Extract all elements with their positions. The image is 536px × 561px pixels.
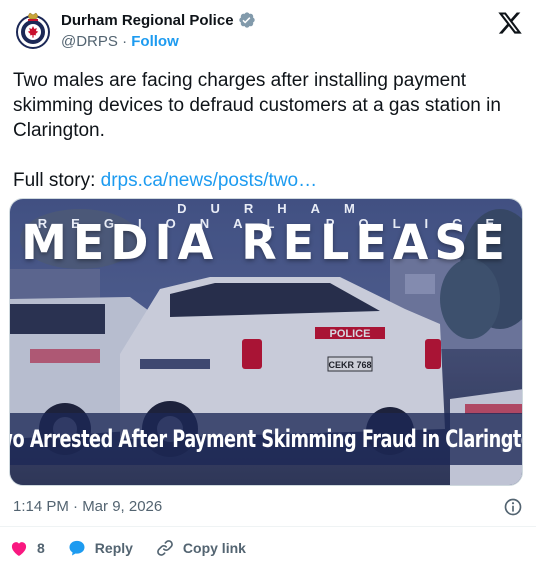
like-button[interactable]: 8 xyxy=(9,538,45,558)
separator: · xyxy=(122,33,128,50)
avatar[interactable] xyxy=(13,10,53,50)
action-bar: 8 Reply Copy link xyxy=(9,537,268,559)
tweet-body: Two males are facing charges after insta… xyxy=(13,70,501,141)
full-story-prefix: Full story: xyxy=(13,170,101,191)
media-headline: MEDIA RELEASE xyxy=(21,213,511,271)
full-story-line: Full story: drps.ca/news/posts/two… xyxy=(13,168,523,193)
tweet-text: Two males are facing charges after insta… xyxy=(13,68,523,193)
x-logo-icon[interactable] xyxy=(497,10,523,36)
handle[interactable]: @DRPS xyxy=(61,33,118,50)
tweet-timestamp[interactable]: 1:14 PM · Mar 9, 2026 xyxy=(13,498,162,515)
media-caption: Two Arrested After Payment Skimming Frau… xyxy=(9,425,523,453)
copy-link-label: Copy link xyxy=(182,540,246,556)
reply-label: Reply xyxy=(94,540,133,556)
drps-crest-icon xyxy=(16,12,50,49)
name-row: Durham Regional Police xyxy=(61,11,256,29)
verified-badge-icon xyxy=(238,12,255,28)
reply-button[interactable]: Reply xyxy=(67,538,133,558)
divider xyxy=(0,526,536,527)
tweet-card: Durham Regional Police @DRPS · Follow Tw… xyxy=(0,0,536,561)
copy-link-button[interactable]: Copy link xyxy=(155,538,246,558)
link-icon xyxy=(157,540,173,556)
story-link[interactable]: drps.ca/news/posts/two… xyxy=(101,170,317,191)
media-image[interactable]: POLICE CEKR 768 DURHAM REGIONAL POLICE M… xyxy=(9,198,523,486)
follow-button[interactable]: Follow xyxy=(131,33,179,50)
handle-row: @DRPS · Follow xyxy=(61,33,179,50)
like-count: 8 xyxy=(37,540,45,556)
display-name[interactable]: Durham Regional Police xyxy=(61,12,234,29)
tweet-header: Durham Regional Police @DRPS · Follow xyxy=(13,10,523,54)
media-caption-band: Two Arrested After Payment Skimming Frau… xyxy=(10,413,522,465)
reply-bubble-icon xyxy=(69,540,85,556)
heart-icon xyxy=(11,542,27,556)
info-icon[interactable] xyxy=(503,497,523,517)
